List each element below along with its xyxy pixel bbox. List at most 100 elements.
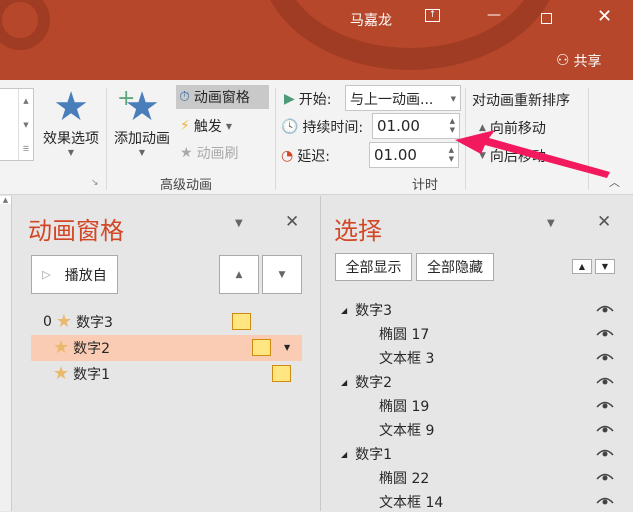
close-icon[interactable]: ✕ bbox=[597, 6, 612, 27]
show-all-button[interactable]: 全部显示 bbox=[335, 253, 412, 281]
add-star-icon: ★ + bbox=[117, 84, 160, 130]
visibility-eye-icon[interactable] bbox=[596, 352, 614, 362]
delay-clock-icon: ◔ bbox=[281, 148, 294, 164]
title-bar: 马嘉龙 ↑ — ✕ ⚇ 共享 bbox=[0, 0, 633, 80]
selection-item-label: 数字1 bbox=[355, 447, 393, 463]
start-dropdown[interactable]: 与上一动画... ▼ bbox=[345, 85, 461, 111]
user-name[interactable]: 马嘉龙 bbox=[350, 10, 392, 30]
add-animation-label: 添加动画 bbox=[114, 131, 170, 147]
minimize-icon[interactable]: — bbox=[487, 7, 501, 23]
visibility-eye-icon[interactable] bbox=[596, 472, 614, 482]
move-up-button[interactable]: ▲ bbox=[219, 255, 259, 294]
selection-item[interactable]: 文本框 3 bbox=[379, 348, 434, 368]
person-add-icon: ⚇ bbox=[556, 51, 570, 69]
start-value: 与上一动画... bbox=[350, 92, 434, 108]
visibility-eye-icon[interactable] bbox=[596, 304, 614, 314]
painter-star-icon: ★ bbox=[180, 145, 193, 161]
close-pane-icon[interactable]: ✕ bbox=[597, 212, 611, 232]
animation-painter-button[interactable]: ★ 动画刷 bbox=[180, 143, 239, 163]
effect-options-button[interactable]: ★ 效果选项 ▼ bbox=[36, 86, 106, 157]
selection-item[interactable]: 椭圆 19 bbox=[379, 396, 429, 416]
effect-gallery[interactable]: ▲ ▼ ☰ bbox=[0, 88, 34, 161]
selection-pane: 选择 ▼ ✕ 全部显示 全部隐藏 ▲ ▼ ◢ 数字3 椭圆 17 文本框 3 ◢ 数字2 椭… bbox=[321, 196, 633, 511]
pane-options-icon[interactable]: ▼ bbox=[235, 218, 243, 229]
selection-item[interactable]: ◢ 数字3 bbox=[341, 300, 392, 320]
animation-pane-icon: ⏱ bbox=[179, 89, 190, 105]
share-label: 共享 bbox=[573, 54, 602, 70]
item-label: 数字3 bbox=[76, 314, 113, 331]
selection-item[interactable]: 椭圆 17 bbox=[379, 324, 429, 344]
send-backward-button[interactable]: ▼ bbox=[595, 259, 615, 274]
duration-label: 持续时间: bbox=[302, 120, 364, 136]
clock-icon: 🕓 bbox=[281, 119, 299, 135]
restore-icon[interactable] bbox=[541, 13, 552, 24]
selection-item-label: 椭圆 19 bbox=[379, 399, 430, 415]
animation-painter-label: 动画刷 bbox=[196, 146, 239, 162]
add-animation-button[interactable]: ★ + 添加动画 ▼ bbox=[109, 86, 175, 157]
play-from-button[interactable]: ▷ 播放自 bbox=[31, 255, 118, 294]
animation-item[interactable]: 0 ★ 数字3 bbox=[43, 311, 113, 332]
animation-pane: 动画窗格 ▼ ✕ ▷ 播放自 ▲ ▼ 0 ★ 数字3 ★ 数字2 ▼ ★ 数字1 bbox=[13, 196, 320, 511]
move-down-button[interactable]: ▼ bbox=[262, 255, 302, 294]
star-icon: ★ bbox=[55, 311, 73, 332]
background-decoration bbox=[260, 0, 560, 70]
animation-pane-button[interactable]: ⏱ 动画窗格 bbox=[176, 85, 269, 109]
share-button[interactable]: ⚇ 共享 bbox=[556, 51, 601, 71]
duration-input[interactable]: 01.00 ▲ ▼ bbox=[372, 113, 460, 139]
timing-group-label: 计时 bbox=[412, 178, 439, 193]
item-dropdown-icon[interactable]: ▼ bbox=[284, 343, 290, 352]
selection-item[interactable]: 椭圆 22 bbox=[379, 468, 429, 488]
trigger-label: 触发 bbox=[193, 119, 222, 135]
delay-value: 01.00 bbox=[374, 146, 417, 164]
delay-label: 延迟: bbox=[297, 149, 330, 165]
background-decoration bbox=[0, 0, 50, 50]
timeline-bar[interactable] bbox=[272, 365, 291, 382]
hide-all-button[interactable]: 全部隐藏 bbox=[416, 253, 494, 281]
selection-item[interactable]: ◢ 数字1 bbox=[341, 444, 392, 464]
selection-item[interactable]: 文本框 9 bbox=[379, 420, 434, 440]
animation-pane-title: 动画窗格 bbox=[28, 217, 124, 245]
duration-value: 01.00 bbox=[377, 117, 420, 135]
scrollbar[interactable]: ▲ bbox=[0, 196, 12, 511]
item-label: 数字1 bbox=[73, 366, 111, 383]
selection-item[interactable]: ◢ 数字2 bbox=[341, 372, 392, 392]
pane-options-icon[interactable]: ▼ bbox=[547, 218, 555, 229]
selection-item-label: 文本框 9 bbox=[379, 423, 435, 439]
ribbon: ▲ ▼ ☰ ★ 效果选项 ▼ ↘ ★ + 添加动画 ▼ ⏱ 动画窗格 ⚡ 触发 ▼ ★ 动画刷… bbox=[0, 80, 633, 195]
animation-item[interactable]: ★ 数字2 bbox=[53, 337, 110, 358]
selection-item-label: 椭圆 17 bbox=[379, 327, 430, 343]
play-icon: ▷ bbox=[42, 268, 51, 281]
delay-input[interactable]: 01.00 ▲ ▼ bbox=[369, 142, 459, 168]
dialog-launcher-icon[interactable]: ↘ bbox=[91, 178, 99, 188]
start-label: 开始: bbox=[298, 92, 332, 108]
visibility-eye-icon[interactable] bbox=[596, 496, 614, 506]
visibility-eye-icon[interactable] bbox=[596, 376, 614, 386]
star-icon: ★ bbox=[53, 363, 70, 384]
selection-item-label: 文本框 3 bbox=[379, 351, 435, 367]
selection-pane-title: 选择 bbox=[334, 217, 382, 245]
ribbon-display-options-icon[interactable]: ↑ bbox=[425, 9, 440, 22]
timeline-bar[interactable] bbox=[232, 313, 251, 330]
lightning-icon: ⚡ bbox=[180, 118, 190, 134]
visibility-eye-icon[interactable] bbox=[596, 328, 614, 338]
star-icon: ★ bbox=[53, 337, 70, 358]
item-index: 0 bbox=[43, 313, 52, 330]
visibility-eye-icon[interactable] bbox=[596, 424, 614, 434]
bring-forward-button[interactable]: ▲ bbox=[572, 259, 592, 274]
selection-item-label: 数字2 bbox=[355, 375, 393, 391]
collapse-triangle-icon[interactable]: ◢ bbox=[341, 450, 347, 459]
trigger-button[interactable]: ⚡ 触发 ▼ bbox=[180, 116, 232, 136]
animation-pane-label: 动画窗格 bbox=[193, 90, 250, 106]
timeline-bar[interactable] bbox=[252, 339, 271, 356]
visibility-eye-icon[interactable] bbox=[596, 400, 614, 410]
item-label: 数字2 bbox=[73, 340, 111, 357]
selection-item[interactable]: 文本框 14 bbox=[379, 492, 443, 512]
collapse-triangle-icon[interactable]: ◢ bbox=[341, 378, 347, 387]
selection-item-label: 数字3 bbox=[355, 303, 393, 319]
collapse-triangle-icon[interactable]: ◢ bbox=[341, 306, 347, 315]
visibility-eye-icon[interactable] bbox=[596, 448, 614, 458]
close-pane-icon[interactable]: ✕ bbox=[285, 212, 299, 232]
play-icon: ▶ bbox=[284, 91, 295, 107]
animation-item[interactable]: ★ 数字1 bbox=[53, 363, 110, 384]
reorder-title: 对动画重新排序 bbox=[472, 93, 570, 109]
